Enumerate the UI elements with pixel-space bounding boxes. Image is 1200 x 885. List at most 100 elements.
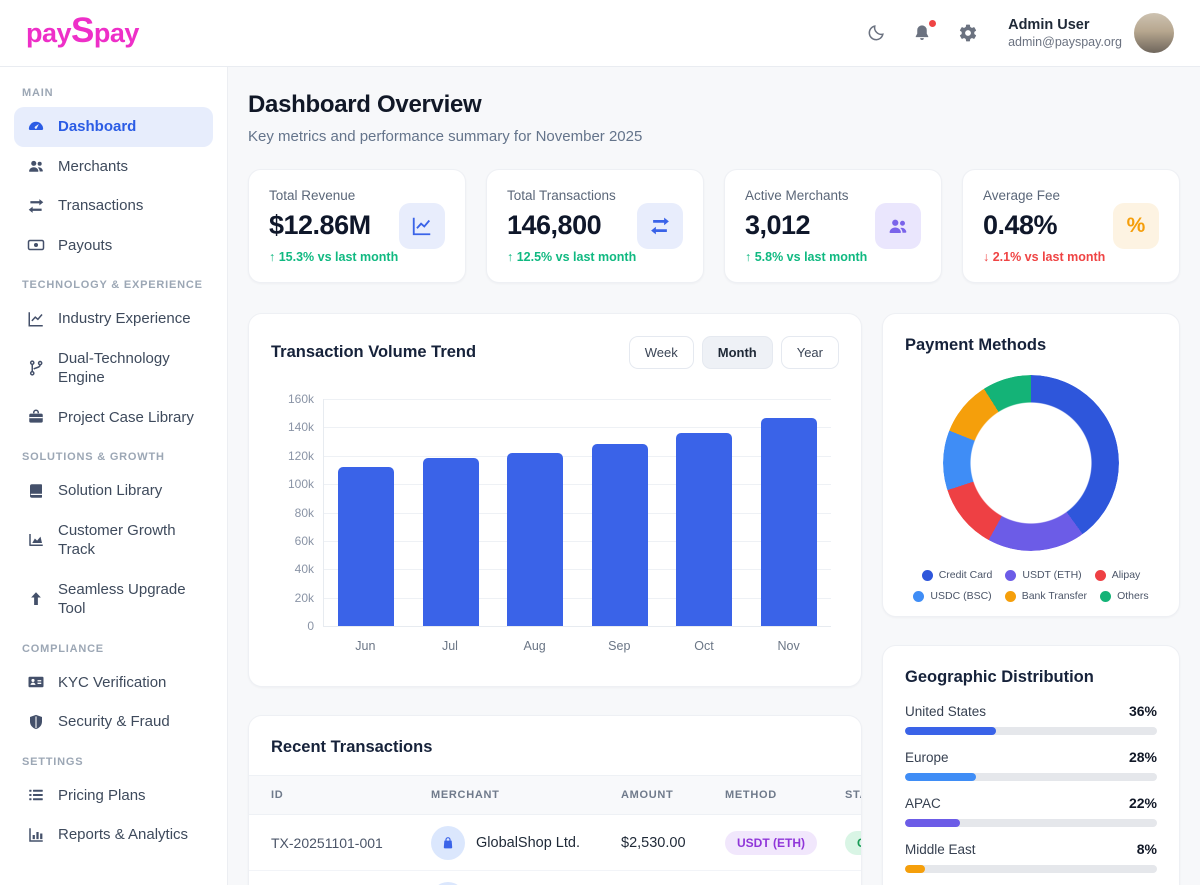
bar-nov[interactable] [761,418,817,626]
geo-row-header: United States36% [905,703,1157,719]
sidebar-item-merchants[interactable]: Merchants [14,147,213,187]
cell-merchant [431,882,621,885]
bar-oct[interactable] [676,433,732,626]
bar-jun[interactable] [338,467,394,626]
moon-icon[interactable] [866,22,888,44]
column-header-status: STATUS [845,789,862,801]
banknote-icon [26,236,45,255]
bar-aug[interactable] [507,453,563,626]
geo-label: Europe [905,750,949,765]
bag-icon [431,826,465,860]
id-card-icon [26,673,45,692]
period-button-year[interactable]: Year [781,336,839,369]
sidebar-item-dashboard[interactable]: Dashboard [14,107,213,147]
payment-methods-title: Payment Methods [905,336,1157,355]
legend-label: USDT (ETH) [1022,569,1081,581]
sidebar: MAINDashboardMerchantsTransactionsPayout… [0,67,228,885]
geo-percent: 22% [1129,795,1157,811]
bell-icon[interactable] [912,22,934,44]
cell-method: USDT (ETH) [725,831,845,855]
geographic-distribution-card: Geographic Distribution United States36%… [882,645,1180,885]
bar-chart-plot-area: 020k40k60k80k100k120k140k160k [323,399,831,627]
user-menu[interactable]: Admin User admin@payspay.org [1008,13,1174,53]
sidebar-item-security-fraud[interactable]: Security & Fraud [14,702,213,742]
period-button-week[interactable]: Week [629,336,694,369]
stat-cards-row: Total Revenue$12.86M↑ 15.3% vs last mont… [248,169,1180,283]
sidebar-item-transactions[interactable]: Transactions [14,186,213,226]
geo-title: Geographic Distribution [905,668,1157,687]
sidebar-item-seamless-upgrade-tool[interactable]: Seamless Upgrade Tool [14,570,213,629]
sidebar-item-kyc-verification[interactable]: KYC Verification [14,663,213,703]
shield-icon [26,712,45,731]
sidebar-item-label: Pricing Plans [58,786,146,806]
payment-methods-donut [943,375,1119,551]
table-row[interactable]: TX-20251101-001GlobalShop Ltd.$2,530.00U… [249,815,862,871]
stat-value: 0.48% [983,210,1105,241]
stat-delta: ↑ 15.3% vs last month [269,250,398,264]
chart-title: Transaction Volume Trend [271,343,476,362]
x-axis-label: Nov [761,639,817,653]
sidebar-item-project-case-library[interactable]: Project Case Library [14,398,213,438]
y-axis-tick: 0 [307,619,314,633]
stat-delta: ↑ 5.8% vs last month [745,250,867,264]
chart-line-icon [399,203,445,249]
payment-methods-card: Payment Methods Credit CardUSDT (ETH)Ali… [882,313,1180,617]
stat-card-active-merchants: Active Merchants3,012↑ 5.8% vs last mont… [724,169,942,283]
legend-label: Credit Card [939,569,993,581]
geo-progress-fill [905,819,960,827]
legend-dot [1005,570,1016,581]
user-name: Admin User [1008,17,1122,33]
period-button-month[interactable]: Month [702,336,773,369]
sidebar-item-label: Customer Growth Track [58,521,201,560]
bar-sep[interactable] [592,444,648,626]
sidebar-item-label: Payouts [58,236,112,256]
dashboard-grid: Transaction Volume Trend WeekMonthYear 0… [248,313,1180,885]
transaction-volume-card: Transaction Volume Trend WeekMonthYear 0… [248,313,862,687]
top-bar: paySpay Admin User admin@payspay.org [0,0,1200,67]
recent-transactions-card: Recent Transactions IDMERCHANTAMOUNTMETH… [248,715,862,885]
sidebar-item-solution-library[interactable]: Solution Library [14,471,213,511]
main-content: Dashboard Overview Key metrics and perfo… [228,67,1200,885]
sidebar-item-payouts[interactable]: Payouts [14,226,213,266]
legend-dot [913,591,924,602]
stat-value: 146,800 [507,210,636,241]
column-header-amount: AMOUNT [621,789,725,801]
sidebar-item-reports-analytics[interactable]: Reports & Analytics [14,815,213,855]
avatar[interactable] [1134,13,1174,53]
stat-value: 3,012 [745,210,867,241]
y-axis-tick: 100k [288,477,314,491]
geo-progress-track [905,727,1157,735]
bar-jul[interactable] [423,458,479,626]
sidebar-item-dual-technology-engine[interactable]: Dual-Technology Engine [14,339,213,398]
legend-dot [1100,591,1111,602]
geo-row-middle-east: Middle East8% [905,841,1157,873]
x-axis-label: Jun [337,639,393,653]
brand-logo[interactable]: paySpay [26,18,139,49]
cell-transaction-id: TX-20251101-001 [271,835,431,851]
sidebar-item-customer-growth-track[interactable]: Customer Growth Track [14,511,213,570]
column-header-method: METHOD [725,789,845,801]
geo-row-header: APAC22% [905,795,1157,811]
gear-icon[interactable] [958,22,980,44]
topbar-actions: Admin User admin@payspay.org [866,13,1174,53]
logo-text-post: pay [94,18,139,49]
legend-item-others: Others [1100,590,1149,602]
geo-progress-fill [905,727,996,735]
table-header-row: IDMERCHANTAMOUNTMETHODSTATUS [249,775,862,815]
legend-label: USDC (BSC) [930,590,991,602]
legend-dot [922,570,933,581]
logo-text-pre: pay [26,18,71,49]
table-row[interactable] [249,871,862,885]
arrow-up-icon [26,590,45,609]
geo-progress-fill [905,865,925,873]
legend-item-credit-card: Credit Card [922,569,993,581]
users-icon [26,157,45,176]
stat-card-average-fee: Average Fee0.48%↓ 2.1% vs last month% [962,169,1180,283]
stat-label: Total Revenue [269,188,398,203]
right-column: Payment Methods Credit CardUSDT (ETH)Ali… [882,313,1180,885]
sidebar-item-industry-experience[interactable]: Industry Experience [14,299,213,339]
sidebar-item-pricing-plans[interactable]: Pricing Plans [14,776,213,816]
sidebar-section-label: COMPLIANCE [22,643,205,655]
geo-percent: 36% [1129,703,1157,719]
chart-card-header: Transaction Volume Trend WeekMonthYear [271,336,839,369]
